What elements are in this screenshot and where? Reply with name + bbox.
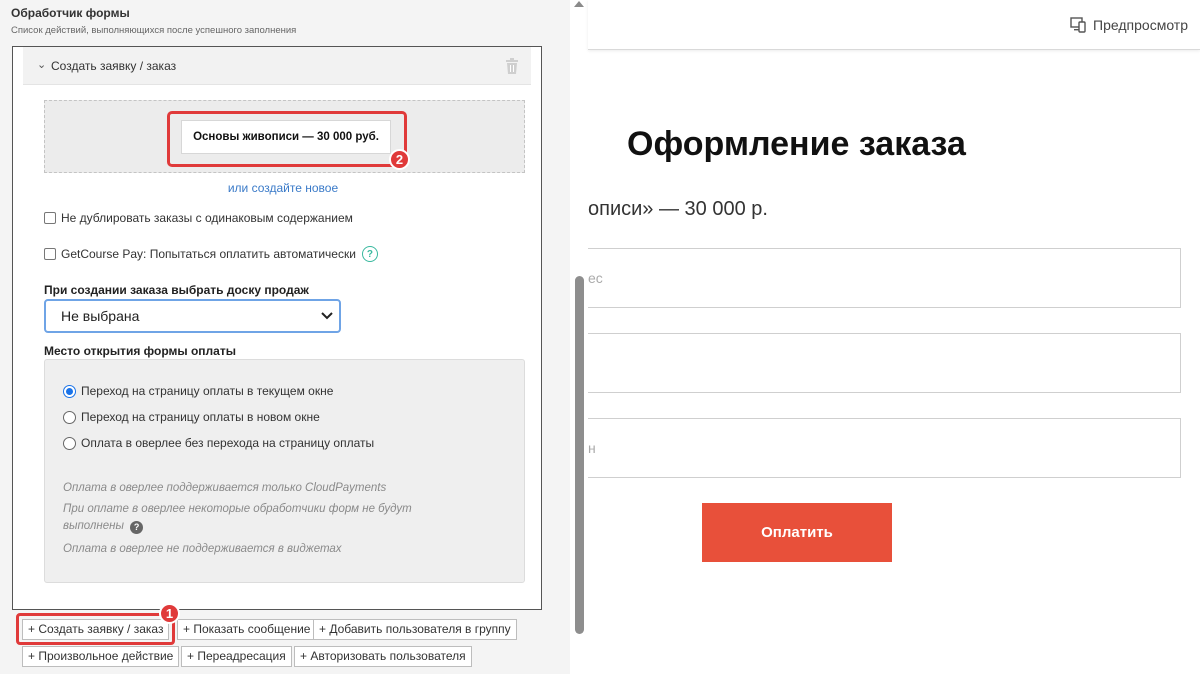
preview-field-3[interactable]: н — [588, 418, 1181, 478]
payment-option-new-window[interactable]: Переход на страницу оплаты в новом окне — [63, 410, 320, 424]
autopay-checkbox[interactable] — [44, 248, 56, 260]
preview-button[interactable]: Предпросмотр — [1070, 16, 1188, 33]
radio-new-window[interactable] — [63, 410, 76, 424]
add-show-message-button[interactable]: + Показать сообщение — [177, 619, 317, 640]
trash-icon[interactable] — [505, 58, 519, 74]
board-select-value: Не выбрана — [61, 308, 140, 324]
payment-option-overlay[interactable]: Оплата в оверлее без перехода на страниц… — [63, 436, 374, 450]
select-arrow-icon — [321, 312, 333, 320]
note-handlers-text: При оплате в оверлее некоторые обработчи… — [63, 503, 412, 532]
field-placeholder: н — [588, 440, 596, 456]
autopay-row[interactable]: GetCourse Pay: Попытаться оплатить автом… — [44, 246, 378, 262]
action-header[interactable]: ⌄ Создать заявку / заказ — [23, 47, 531, 85]
add-user-to-group-button[interactable]: + Добавить пользователя в группу — [313, 619, 517, 640]
annotation-badge-2: 2 — [389, 149, 410, 170]
create-new-link[interactable]: или создайте новое — [13, 181, 553, 195]
question-icon[interactable]: ? — [130, 521, 144, 534]
preview-device-icon — [1070, 17, 1086, 33]
preview-field-1[interactable]: ес — [588, 248, 1181, 308]
offer-dropzone[interactable]: Основы живописи — 30 000 руб. 2 — [44, 100, 525, 173]
payment-place-label: Место открытия формы оплаты — [44, 344, 236, 358]
chevron-down-icon[interactable]: ⌄ — [37, 58, 46, 71]
payment-option-label: Переход на страницу оплаты в текущем окн… — [81, 384, 334, 398]
offer-chip[interactable]: Основы живописи — 30 000 руб. — [181, 120, 391, 154]
note-widgets: Оплата в оверлее не поддерживается в вид… — [63, 543, 342, 555]
payment-option-current-window[interactable]: Переход на страницу оплаты в текущем окн… — [63, 384, 333, 398]
preview-button-label: Предпросмотр — [1093, 16, 1188, 33]
annotation-badge-1: 1 — [159, 603, 180, 624]
order-title: Оформление заказа — [627, 125, 966, 163]
autopay-label: GetCourse Pay: Попытаться оплатить автом… — [61, 247, 356, 261]
form-handler-panel: Обработчик формы Список действий, выполн… — [0, 0, 588, 674]
board-select[interactable]: Не выбрана — [44, 299, 341, 333]
scroll-up-arrow[interactable] — [574, 1, 584, 7]
radio-overlay[interactable] — [63, 436, 76, 450]
add-create-order-button[interactable]: + Создать заявку / заказ — [22, 619, 170, 640]
order-subtitle: описи» — 30 000 р. — [588, 198, 768, 220]
note-handlers: При оплате в оверлее некоторые обработчи… — [63, 501, 463, 535]
add-redirect-button[interactable]: + Переадресация — [181, 646, 292, 667]
field-placeholder: ес — [588, 270, 603, 286]
help-icon[interactable]: ? — [361, 246, 378, 262]
payment-option-label: Переход на страницу оплаты в новом окне — [81, 410, 320, 424]
radio-current-window[interactable] — [63, 384, 76, 398]
pay-button[interactable]: Оплатить — [702, 503, 892, 562]
panel-title: Обработчик формы — [11, 6, 130, 20]
action-title: Создать заявку / заказ — [51, 59, 177, 73]
payment-option-label: Оплата в оверлее без перехода на страниц… — [81, 436, 375, 450]
add-authorize-button[interactable]: + Авторизовать пользователя — [294, 646, 472, 667]
panel-subtitle: Список действий, выполняющихся после усп… — [11, 25, 297, 36]
note-cloudpayments: Оплата в оверлее поддерживается только C… — [63, 482, 387, 494]
scrollbar-thumb[interactable] — [575, 276, 584, 634]
payment-options-box: Переход на страницу оплаты в текущем окн… — [44, 359, 525, 583]
no-duplicate-label: Не дублировать заказы с одинаковым содер… — [61, 211, 353, 225]
preview-topbar: Предпросмотр — [588, 0, 1200, 50]
no-duplicate-checkbox[interactable] — [44, 212, 56, 224]
no-duplicate-row[interactable]: Не дублировать заказы с одинаковым содер… — [44, 211, 353, 225]
add-custom-action-button[interactable]: + Произвольное действие — [22, 646, 180, 667]
action-card: ⌄ Создать заявку / заказ Основы живописи… — [12, 46, 542, 610]
preview-field-2[interactable] — [588, 333, 1181, 393]
board-label: При создании заказа выбрать доску продаж — [44, 283, 309, 297]
